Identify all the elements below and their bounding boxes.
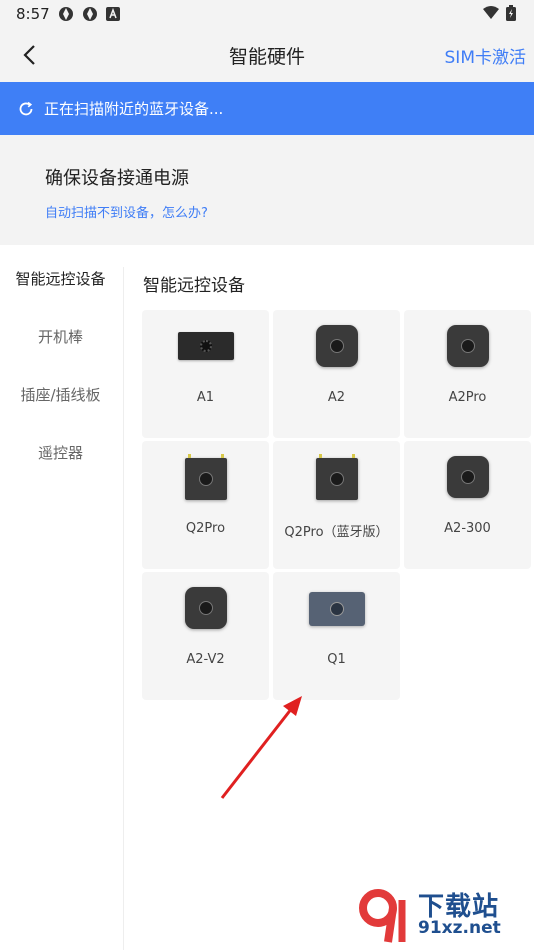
- status-system-icons: [482, 5, 516, 21]
- device-image: [315, 325, 358, 367]
- scan-banner: 正在扫描附近的蓝牙设备...: [0, 82, 534, 135]
- nav-bar: 智能硬件 SIM卡激活: [0, 28, 534, 82]
- app-icon: [83, 7, 97, 21]
- device-label: Q2Pro: [185, 521, 226, 536]
- device-label: Q2Pro（蓝牙版）: [284, 525, 389, 540]
- device-label: Q1: [327, 652, 346, 667]
- back-button[interactable]: [14, 40, 44, 70]
- device-label: A2: [327, 390, 346, 405]
- device-card-a2[interactable]: A2: [273, 310, 400, 438]
- device-image: [177, 332, 234, 360]
- watermark-domain: 91xz.net: [418, 918, 501, 938]
- device-card-a1[interactable]: A1: [142, 310, 269, 438]
- device-card-a2pro[interactable]: A2Pro: [404, 310, 531, 438]
- battery-icon: [506, 5, 516, 21]
- status-bar: 8:57: [0, 0, 534, 28]
- device-catalog: 智能远控设备 开机棒 插座/插线板 遥控器 智能远控设备 A1 A2 A2Pro…: [0, 245, 534, 950]
- watermark-logo: [359, 889, 406, 943]
- device-card-a2-300[interactable]: A2-300: [404, 441, 531, 569]
- sim-activate-button[interactable]: SIM卡激活: [445, 43, 526, 68]
- device-label: A2Pro: [448, 390, 487, 405]
- device-image: [184, 454, 227, 500]
- device-card-q2pro[interactable]: Q2Pro: [142, 441, 269, 569]
- device-label: A2-300: [444, 521, 491, 536]
- chevron-left-icon: [23, 45, 35, 65]
- wifi-icon: [483, 6, 499, 19]
- a-icon: [106, 7, 120, 21]
- refresh-icon: [19, 101, 33, 115]
- sidebar-item-remote-controls[interactable]: 遥控器: [0, 442, 121, 463]
- power-tip: 确保设备接通电源 自动扫描不到设备，怎么办?: [0, 135, 534, 245]
- section-title: 智能远控设备: [143, 276, 245, 296]
- device-image: [315, 454, 358, 500]
- scan-status-text: 正在扫描附近的蓝牙设备...: [44, 100, 224, 118]
- device-image: [446, 325, 489, 367]
- status-notification-icons: [58, 6, 120, 22]
- category-sidebar: 智能远控设备 开机棒 插座/插线板 遥控器: [0, 245, 123, 950]
- device-image: [308, 592, 365, 626]
- status-time: 8:57: [16, 5, 50, 23]
- watermark: 下载站 91xz.net: [358, 884, 528, 946]
- sidebar-item-power-stick[interactable]: 开机棒: [0, 326, 121, 347]
- sidebar-item-sockets[interactable]: 插座/插线板: [0, 384, 121, 405]
- device-image: [446, 456, 489, 498]
- device-card-q1[interactable]: Q1: [273, 572, 400, 700]
- device-card-q2pro-bluetooth[interactable]: Q2Pro（蓝牙版）: [273, 441, 400, 569]
- device-label: A1: [196, 390, 215, 405]
- device-label: A2-V2: [186, 652, 225, 667]
- device-card-a2-v2[interactable]: A2-V2: [142, 572, 269, 700]
- sidebar-item-remote-devices[interactable]: 智能远控设备: [0, 268, 121, 289]
- device-image: [184, 587, 227, 629]
- app-icon: [59, 7, 73, 21]
- power-tip-title: 确保设备接通电源: [45, 168, 189, 189]
- help-link[interactable]: 自动扫描不到设备，怎么办?: [45, 202, 208, 221]
- sidebar-divider: [123, 267, 124, 950]
